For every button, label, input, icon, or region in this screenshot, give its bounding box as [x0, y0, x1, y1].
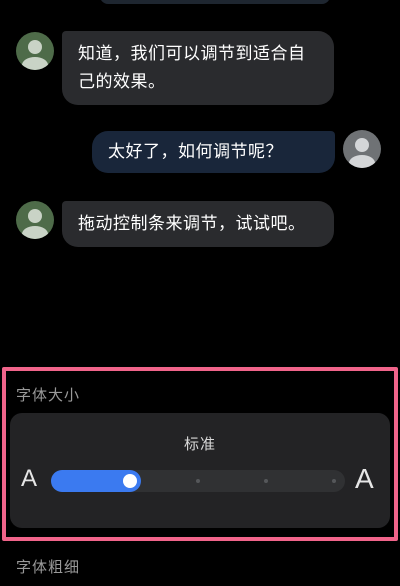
chat-message-user: 太好了，如何调节呢？ [92, 131, 335, 173]
screen: 知道，我们可以调节到适合自己的效果。 太好了，如何调节呢？ 拖动控制条来调节，试… [0, 0, 400, 586]
chat-message-bot: 拖动控制条来调节，试试吧。 [62, 201, 334, 247]
user-avatar-icon [343, 130, 381, 168]
previous-message-bubble [100, 0, 330, 4]
bot-avatar-icon [16, 201, 54, 239]
chat-message-bot: 知道，我们可以调节到适合自己的效果。 [62, 31, 334, 105]
font-weight-section-label: 字体粗细 [16, 558, 81, 576]
highlight-frame [2, 367, 398, 541]
bot-avatar-icon [16, 32, 54, 70]
